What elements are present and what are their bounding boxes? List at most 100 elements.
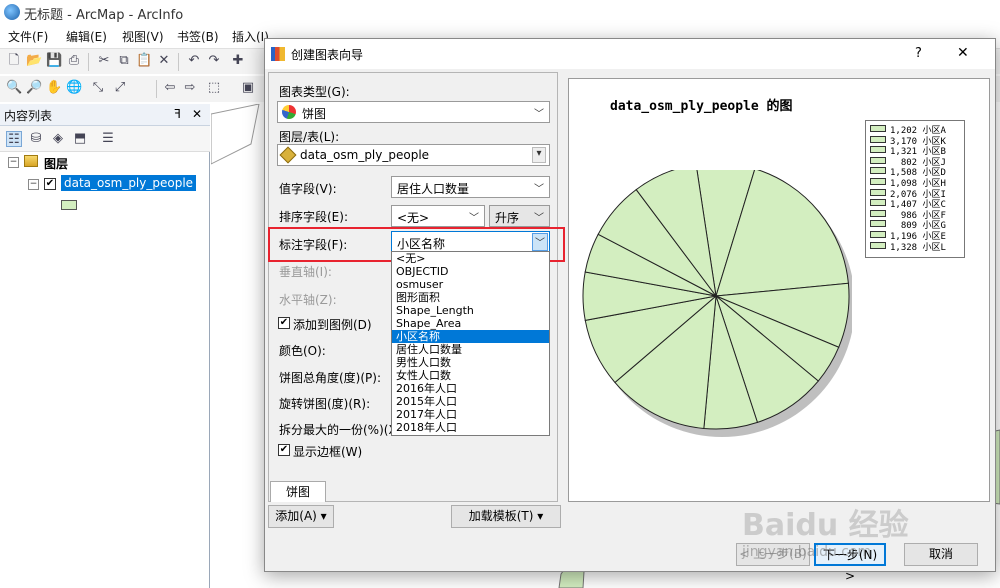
chart-type-value: 饼图 [302,107,327,121]
dropdown-option[interactable]: Shape_Area [392,317,549,330]
layer-visibility-checkbox[interactable]: ✔ [44,178,56,190]
zoom-in-icon[interactable]: 🔍 [6,80,22,96]
help-button[interactable]: ? [915,46,922,61]
zoom-out-icon[interactable]: 🔎 [26,80,42,96]
dropdown-option[interactable]: 男性人口数 [392,356,549,369]
fixed-zoom-in-icon[interactable]: ⤡ [90,80,106,96]
delete-icon[interactable]: ✕ [156,53,172,69]
toc-header: 内容列表 ꟻ ✕ [0,104,210,126]
dropdown-option[interactable]: <无> [392,252,549,265]
menu-edit[interactable]: 编辑(E) [66,28,107,45]
dropdown-option[interactable]: 2018年人口 [392,421,549,434]
dropdown-option[interactable]: 图形面积 [392,291,549,304]
copy-icon[interactable]: ⧉ [116,53,132,69]
chart-type-select[interactable]: 饼图 ﹀ [277,101,550,123]
sort-order-select[interactable]: 升序 ﹀ [489,205,550,227]
collapse-toggle[interactable]: − [8,157,19,168]
legend-swatch [870,199,886,207]
show-border-label: 显示边框(W) [293,445,363,459]
sort-field-label: 排序字段(E): [279,210,348,224]
list-by-selection-icon[interactable]: ⬒ [72,131,88,147]
pin-icon[interactable]: ꟻ [174,107,181,121]
select-features-icon[interactable]: ⬚ [206,80,222,96]
value-field-select[interactable]: 居住人口数量 ﹀ [391,176,550,198]
dropdown-option[interactable]: Shape_Length [392,304,549,317]
dropdown-option[interactable]: 2015年人口 [392,395,549,408]
sort-order-value: 升序 [495,211,520,225]
add-button[interactable]: 添加(A) ▾ [268,505,334,528]
list-by-visibility-icon[interactable]: ◈ [50,131,66,147]
layer-table-select[interactable]: data_osm_ply_people ▾ [277,144,550,166]
legend-swatch [870,125,886,132]
label-field-label: 标注字段(F): [279,238,348,252]
chart-title: data_osm_ply_people 的图 [610,99,793,114]
split-largest-label: 拆分最大的一份(%)(X): [279,423,391,437]
layer-symbol-swatch[interactable] [61,200,77,210]
cancel-button[interactable]: 取消 [904,543,978,566]
chart-legend: 1,202 小区A 3,170 小区K 1,321 小区B 802 小区J 1,508… [865,120,965,258]
app-titlebar: 无标题 - ArcMap - ArcInfo [0,0,1000,24]
watermark-logo: Baidu 经验 [742,508,909,543]
dropdown-arrow-icon: ▾ [532,147,546,163]
layer-icon [279,146,297,164]
list-by-drawing-order-icon[interactable]: ☷ [6,131,22,147]
value-field-label: 值字段(V): [279,182,337,196]
show-border-checkbox[interactable]: ✔ [278,444,290,456]
legend-label: 1,328 小区L [890,242,946,253]
dropdown-option[interactable]: OBJECTID [392,265,549,278]
select-elements-icon[interactable]: ▣ [240,80,256,96]
redo-icon[interactable]: ↷ [206,53,222,69]
undo-icon[interactable]: ↶ [186,53,202,69]
back-extent-icon[interactable]: ⇦ [162,80,178,96]
dropdown-option[interactable]: osmuser [392,278,549,291]
label-field-value: 小区名称 [397,237,446,251]
menu-file[interactable]: 文件(F) [8,28,48,45]
dropdown-option[interactable]: 居住人口数量 [392,343,549,356]
add-data-icon[interactable]: ✚ [230,53,246,69]
collapse-toggle[interactable]: − [28,179,39,190]
menu-bookmarks[interactable]: 书签(B) [177,28,219,45]
layers-root-label[interactable]: 图层 [44,155,68,172]
save-icon[interactable]: 💾 [46,53,62,69]
dialog-close-button[interactable]: ✕ [957,45,969,61]
legend-entry: 809 小区G [866,218,964,231]
options-icon[interactable]: ☰ [100,131,116,147]
dropdown-option[interactable]: 2017年人口 [392,408,549,421]
legend-swatch [870,209,886,217]
new-document-icon[interactable]: 🗋 [6,53,22,69]
list-by-source-icon[interactable]: ⛁ [28,131,44,147]
chart-wizard-icon [271,47,285,61]
dropdown-option-selected[interactable]: 小区名称 [392,330,549,343]
dropdown-option[interactable]: 女性人口数 [392,369,549,382]
layer-name[interactable]: data_osm_ply_people [61,175,197,191]
legend-swatch [870,156,886,164]
dialog-title: 创建图表向导 [291,48,364,62]
fixed-zoom-out-icon[interactable]: ⤢ [112,80,128,96]
legend-swatch [870,241,886,249]
pie-chart-icon [282,105,296,119]
forward-extent-icon[interactable]: ⇨ [182,80,198,96]
full-extent-icon[interactable]: 🌐 [66,80,82,96]
menu-view[interactable]: 视图(V) [122,28,164,45]
sort-field-select[interactable]: <无> ﹀ [391,205,485,227]
legend-entry: 1,328 小区L [866,240,964,253]
paste-icon[interactable]: 📋 [136,53,152,69]
pan-icon[interactable]: ✋ [46,80,62,96]
vertical-axis-label: 垂直轴(I): [279,265,332,279]
open-folder-icon[interactable]: 📂 [26,53,42,69]
legend-swatch [870,135,886,143]
print-icon[interactable]: ⎙ [66,53,82,69]
legend-entry: 986 小区F [866,208,964,221]
load-template-button[interactable]: 加载模板(T) ▾ [451,505,561,528]
legend-entry: 3,170 小区K [866,134,964,147]
chevron-down-icon: ﹀ [534,213,544,224]
close-icon[interactable]: ✕ [192,107,202,121]
horizontal-axis-label: 水平轴(Z): [279,293,337,307]
watermark-url: jingyan.baidu.com [742,544,872,560]
chart-type-label: 图表类型(G): [279,85,350,99]
tab-pie[interactable]: 饼图 [270,481,326,502]
add-legend-checkbox[interactable]: ✔ [278,317,290,329]
label-field-select[interactable]: 小区名称 ﹀ [391,231,550,253]
cut-icon[interactable]: ✂ [96,53,112,69]
dropdown-option[interactable]: 2016年人口 [392,382,549,395]
